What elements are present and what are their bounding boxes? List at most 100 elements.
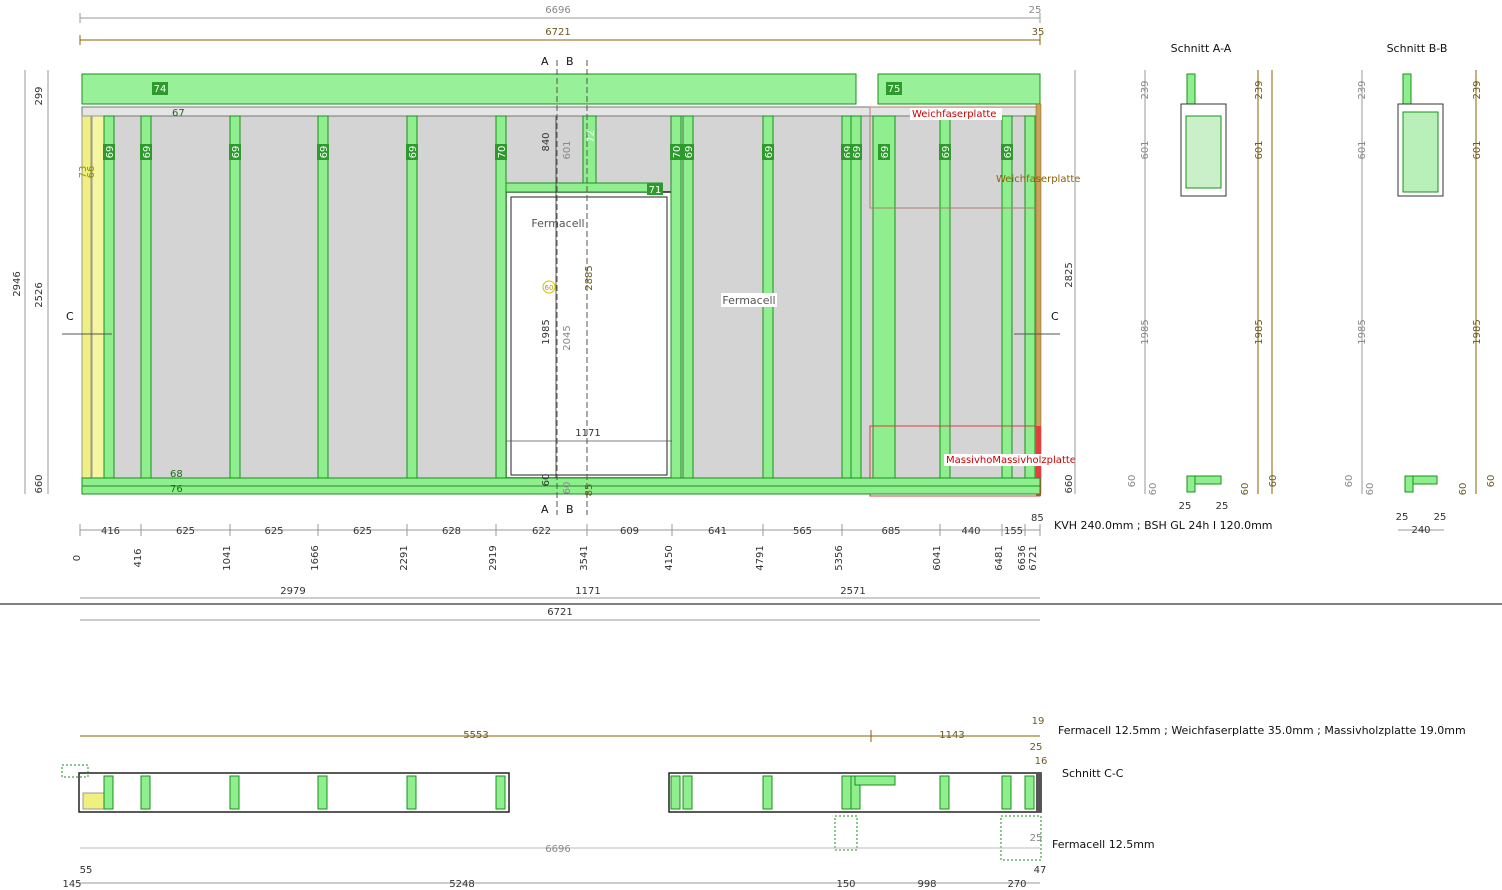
beam-75-tag: 75 [888,84,901,95]
chain-seg-2: 625 [264,526,283,537]
sb-dim-2: 1985 [1357,319,1368,344]
plan-bdim-6: 47 [1034,865,1047,876]
chain-pos-6: 3541 [579,545,590,570]
sa-rdim-4: 60 [1268,475,1279,488]
beam-74 [81,73,857,105]
chain-seg-7: 641 [708,526,727,537]
plan-bdim-2: 5248 [449,879,474,890]
dim-2946: 2946 [12,271,23,296]
chain-seg-10: 440 [961,526,980,537]
plan-stud-3 [317,775,328,810]
bottom-plate-76 [81,485,1041,495]
plan-dim-19: 19 [1032,716,1045,727]
chain-pos-1: 416 [133,548,144,567]
plan-stud-0 [103,775,114,810]
sa-dim-4: 60 [1148,483,1159,496]
stud-tag-4: 69 [408,146,419,159]
stud-2 [229,115,241,479]
sa-rdim-3: 60 [1240,483,1251,496]
sb-rdim-4: 60 [1486,475,1497,488]
chain-pos-4: 2291 [399,545,410,570]
dim-total-6721: 6721 [547,607,572,618]
plan-stud-9 [841,775,852,810]
stud-tag-yellow-1: 66 [86,166,97,179]
sa-bottom-0: 25 [1179,501,1192,512]
sb-dim-0: 239 [1357,80,1368,99]
bottom-plate-68 [81,477,1041,487]
chain-pos-0: 0 [72,555,83,561]
section-b-core [1402,111,1439,193]
plan-dim-16: 16 [1035,756,1048,767]
sa-rdim-0: 239 [1254,80,1265,99]
plan-stud-5 [495,775,506,810]
plan-bdim-4: 998 [917,879,936,890]
chain-seg-11: 155 [1004,526,1023,537]
sb-bottom-1: 25 [1434,512,1447,523]
plan-dim-25b: 25 [1030,833,1043,844]
section-b-b: Schnitt B-B 239 601 1985 60 60 239 601 1… [1344,42,1497,536]
dim-2045: 2045 [562,325,573,350]
dim-total-2979: 2979 [280,586,305,597]
stud-1 [140,115,152,479]
cut-c-left: C [66,310,74,323]
plan-stud-4 [406,775,417,810]
stud-tag-11: 69 [880,146,891,159]
sa-rdim-1: 601 [1254,140,1265,159]
weichfaser-label-1: Weichfaserplatte [912,109,996,120]
chain-pos-9: 5356 [834,545,845,570]
chain-seg-4: 628 [442,526,461,537]
dim-total-1171: 1171 [575,586,600,597]
dim-overall-25: 25 [1029,5,1042,16]
section-b-title: Schnitt B-B [1387,42,1448,55]
chain-seg-3: 625 [353,526,372,537]
dim-840: 840 [541,132,552,151]
cut-b-top: B [566,55,574,68]
stud-11 [872,115,896,479]
chain-pos-5: 2919 [488,545,499,570]
plan-dim-25: 25 [1030,742,1043,753]
fermacell-label-door: Fermacell [531,217,584,230]
sa-dim-3: 60 [1127,475,1138,488]
massivholz-label: MassivhoMassivholzplatte [946,455,1076,466]
plan-header [854,775,896,786]
top-dimension-lines: 6696 25 6721 35 [79,5,1044,45]
dim-2825: 2825 [1064,262,1075,287]
sa-bottom-1: 25 [1216,501,1229,512]
fermacell-label-wall: Fermacell [722,294,775,307]
chain-pos-8: 4791 [755,545,766,570]
sa-dim-0: 239 [1140,80,1151,99]
stud-tag-7: 69 [684,146,695,159]
plan-bdim-1: 55 [80,865,93,876]
stud-tag-13: 69 [1003,146,1014,159]
tag-76: 76 [170,484,183,495]
stud-tag-5: 70 [497,146,508,159]
dim-601: 601 [562,140,573,159]
chain-pos-2: 1041 [222,545,233,570]
stud-5 [495,115,507,479]
sb-rdim-0: 239 [1472,80,1483,99]
plan-section-c-c: 5553 1143 19 25 16 Fermacell 12.5mm ; We… [61,716,1466,890]
stud-13 [1001,115,1013,479]
stud-tag-12: 69 [941,146,952,159]
timber-note: KVH 240.0mm ; BSH GL 24h I 120.0mm [1054,519,1273,532]
cut-c-right: C [1051,310,1059,323]
chain-seg-9: 685 [881,526,900,537]
plan-stud-11 [939,775,950,810]
stud-tag-1: 69 [142,146,153,159]
beam-74-tag: 74 [154,84,167,95]
plan-fermacell-note: Fermacell 12.5mm [1052,838,1155,851]
chain-pos-3: 1666 [310,545,321,570]
stud-tag-10: 69 [852,146,863,159]
plan-bdim-5: 270 [1007,879,1026,890]
dim-1171: 1171 [575,428,600,439]
stud-0 [103,115,115,479]
cut-a-top: A [541,55,549,68]
stud-tag-2: 69 [231,146,242,159]
plan-stud-2 [229,775,240,810]
tag-67: 67 [172,108,185,119]
sb-rdim-1: 601 [1472,140,1483,159]
stud-6 [670,115,682,479]
stud-tag-0: 69 [105,146,116,159]
dim-660-left: 660 [34,474,45,493]
sb-dim-4: 60 [1365,483,1376,496]
